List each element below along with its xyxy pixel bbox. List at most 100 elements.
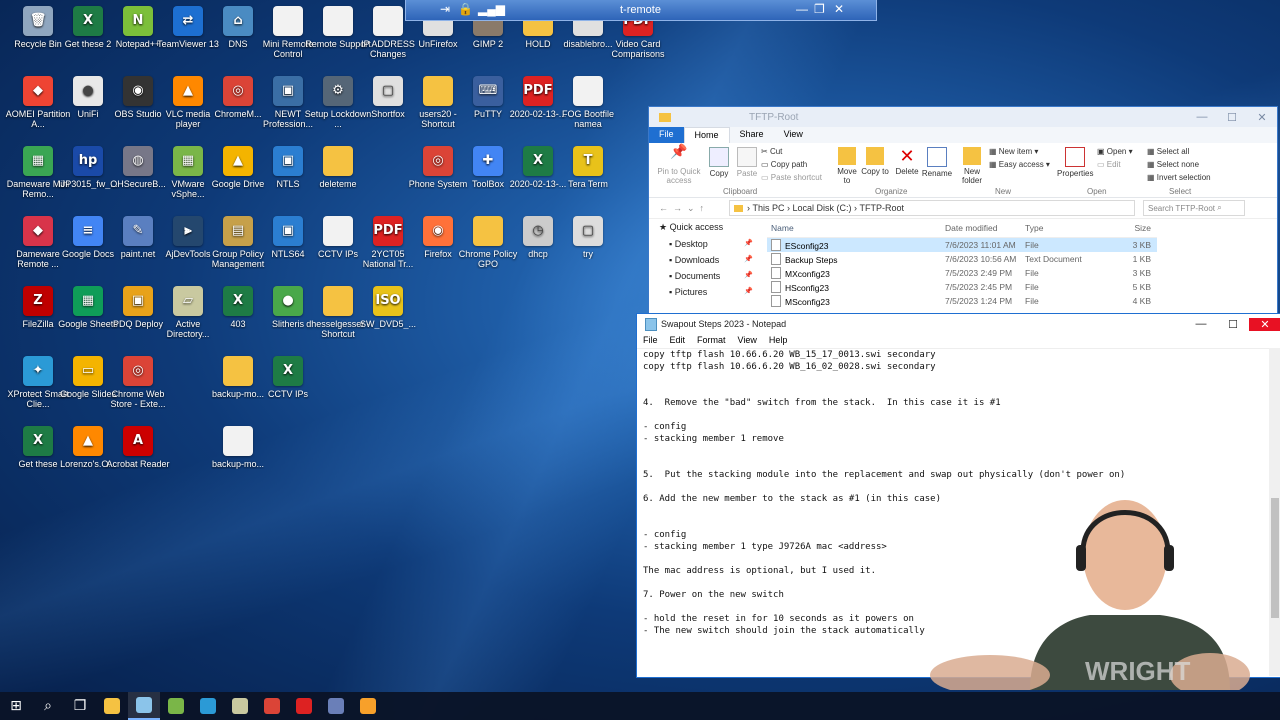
column-size[interactable]: Size	[1111, 223, 1151, 233]
close-icon[interactable]: ✕	[1247, 111, 1277, 124]
file-row-hsconfig23[interactable]: HSconfig23 7/5/2023 2:45 PM File 5 KB	[767, 280, 1157, 294]
pin-icon[interactable]: ⇥	[440, 2, 450, 16]
desktop-icon-deleteme[interactable]: deleteme	[304, 146, 372, 189]
open-button[interactable]: ▣ Open ▾	[1097, 147, 1133, 156]
2yct05-national-tr-icon: PDF	[373, 216, 403, 246]
notepad-titlebar[interactable]: Swapout Steps 2023 - Notepad — ☐ ✕	[637, 314, 1280, 334]
pin-icon: 📌	[744, 240, 753, 247]
desktop-icon-chrome-web-store-exte[interactable]: ◎ Chrome Web Store - Exte...	[104, 356, 172, 409]
search-input[interactable]: Search TFTP-Root ⌕	[1143, 200, 1245, 216]
move-to-button[interactable]: Move to	[833, 147, 861, 185]
notepad-app[interactable]	[128, 692, 160, 720]
task-view-button[interactable]: ❐	[64, 692, 96, 720]
select-none-button[interactable]: ▦ Select none	[1147, 160, 1199, 169]
desktop-icon-backup-mo[interactable]: backup-mo...	[204, 426, 272, 469]
column-date-modified[interactable]: Date modified	[945, 223, 1025, 233]
nav-item-quick-access[interactable]: ★ Quick access	[649, 219, 759, 236]
desktop-icon-fog-bootfile-namea[interactable]: FOG Bootfile namea	[554, 76, 622, 129]
pdf-app[interactable]	[288, 692, 320, 720]
close-icon[interactable]: ✕	[1249, 317, 1280, 331]
search-button[interactable]: ⌕	[32, 692, 64, 720]
desktop-icon-tera-term[interactable]: T Tera Term	[554, 146, 622, 189]
menu-edit[interactable]: Edit	[664, 334, 692, 348]
menu-view[interactable]: View	[732, 334, 763, 348]
start-button[interactable]: ⊞	[0, 692, 32, 720]
nav-item-documents[interactable]: ▪ Documents 📌	[649, 268, 759, 284]
maximize-icon[interactable]: ☐	[1217, 318, 1249, 331]
file-date: 7/6/2023 11:01 AM	[945, 240, 1016, 250]
tab-home[interactable]: Home	[683, 127, 730, 143]
explorer-titlebar[interactable]: TFTP-Root — ☐ ✕	[649, 107, 1277, 127]
tab-view[interactable]: View	[774, 127, 813, 143]
presenter-webcam: WRIGHT	[930, 500, 1250, 690]
file-type: File	[1025, 282, 1039, 292]
notepad-title: Swapout Steps 2023 - Notepad	[661, 319, 787, 329]
remote-session-bar[interactable]: ⇥ 🔒 ▂▄▆ t-remote — ❐ ✕	[405, 0, 877, 21]
maximize-icon[interactable]: ☐	[1217, 111, 1247, 124]
edit-button[interactable]: ▭ Edit	[1097, 160, 1121, 169]
group-open: Open	[1087, 187, 1107, 196]
copy-to-button[interactable]: Copy to	[861, 147, 889, 176]
menu-format[interactable]: Format	[691, 334, 732, 348]
rename-button[interactable]: Rename	[921, 147, 953, 178]
file-row-msconfig23[interactable]: MSconfig23 7/5/2023 1:24 PM File 4 KB	[767, 294, 1157, 308]
file-explorer-window[interactable]: TFTP-Root — ☐ ✕ File Home Share View 📌 P…	[648, 106, 1278, 318]
aomei-partition-a-icon: ◆	[23, 76, 53, 106]
invert-selection-button[interactable]: ▦ Invert selection	[1147, 173, 1211, 182]
vmware-app[interactable]	[160, 692, 192, 720]
nav-item-label: ▪ Downloads	[669, 255, 720, 265]
column-type[interactable]: Type	[1025, 223, 1111, 233]
desktop-icon-cctv-ips[interactable]: X CCTV IPs	[254, 356, 322, 399]
easy-access-button[interactable]: ▦ Easy access ▾	[989, 160, 1050, 169]
breadcrumb-tftp-root[interactable]: TFTP-Root	[860, 203, 905, 213]
new-item-button[interactable]: ▦ New item ▾	[989, 147, 1038, 156]
desktop-icon-sw-dvd5[interactable]: ISO SW_DVD5_...	[354, 286, 422, 329]
desktop-icon-acrobat-reader[interactable]: A Acrobat Reader	[104, 426, 172, 469]
xprotect-app[interactable]	[192, 692, 224, 720]
column-name[interactable]: Name	[767, 223, 945, 233]
remote-app[interactable]	[320, 692, 352, 720]
get-these-2-icon: X	[73, 6, 103, 36]
file-row-mxconfig23[interactable]: MXconfig23 7/5/2023 2:49 PM File 3 KB	[767, 266, 1157, 280]
backup-mo-icon	[223, 426, 253, 456]
desktop-icon-try[interactable]: ▢ try	[554, 216, 622, 259]
file-type: File	[1025, 296, 1039, 306]
restore-icon[interactable]: ❐	[814, 2, 825, 16]
mini-remote-control-icon	[273, 6, 303, 36]
file-row-esconfig23[interactable]: ESconfig23 7/6/2023 11:01 AM File 3 KB	[767, 238, 1157, 252]
minimize-icon[interactable]: —	[796, 2, 808, 16]
cut-button[interactable]: ✂ Cut	[761, 147, 782, 156]
nav-item-pictures[interactable]: ▪ Pictures 📌	[649, 284, 759, 300]
nav-item-desktop[interactable]: ▪ Desktop 📌	[649, 236, 759, 252]
properties-button[interactable]: Properties	[1057, 147, 1093, 178]
breadcrumb-this-pc[interactable]: This PC	[753, 203, 785, 213]
rename-icon	[927, 147, 947, 167]
file-row-backup-steps[interactable]: Backup Steps 7/6/2023 10:56 AM Text Docume…	[767, 252, 1157, 266]
minimize-icon[interactable]: —	[1187, 111, 1217, 124]
tab-share[interactable]: Share	[730, 127, 774, 143]
copy-path-button[interactable]: ▭ Copy path	[761, 160, 807, 169]
ad-tools-app[interactable]	[224, 692, 256, 720]
close-icon[interactable]: ✕	[834, 2, 844, 16]
tab-file[interactable]: File	[649, 127, 684, 143]
pin-quick-access-button[interactable]: 📌 Pin to Quick access	[653, 144, 705, 185]
lock-icon[interactable]: 🔒	[458, 2, 473, 16]
delete-button[interactable]: ✕ Delete	[893, 147, 921, 176]
minimize-icon[interactable]: —	[1185, 318, 1217, 331]
copy-button[interactable]: Copy	[705, 147, 733, 178]
presenter-app[interactable]	[352, 692, 384, 720]
menu-file[interactable]: File	[637, 334, 664, 348]
file-explorer-app[interactable]	[96, 692, 128, 720]
nav-item-downloads[interactable]: ▪ Downloads 📌	[649, 252, 759, 268]
remote-icon	[328, 698, 344, 714]
svg-text:WRIGHT: WRIGHT	[1085, 656, 1191, 686]
new-folder-button[interactable]: New folder	[957, 147, 987, 185]
address-bar[interactable]: › This PC › Local Disk (C:) › TFTP-Root	[729, 200, 1135, 216]
paste-button[interactable]: Paste	[733, 147, 761, 178]
chrome-app[interactable]	[256, 692, 288, 720]
breadcrumb-local-disk[interactable]: Local Disk (C:)	[793, 203, 852, 213]
select-all-button[interactable]: ▦ Select all	[1147, 147, 1189, 156]
paste-shortcut-button[interactable]: ▭ Paste shortcut	[761, 173, 822, 182]
navigation-arrows[interactable]: ← → ⌄ ↑	[649, 203, 729, 214]
menu-help[interactable]: Help	[763, 334, 794, 348]
